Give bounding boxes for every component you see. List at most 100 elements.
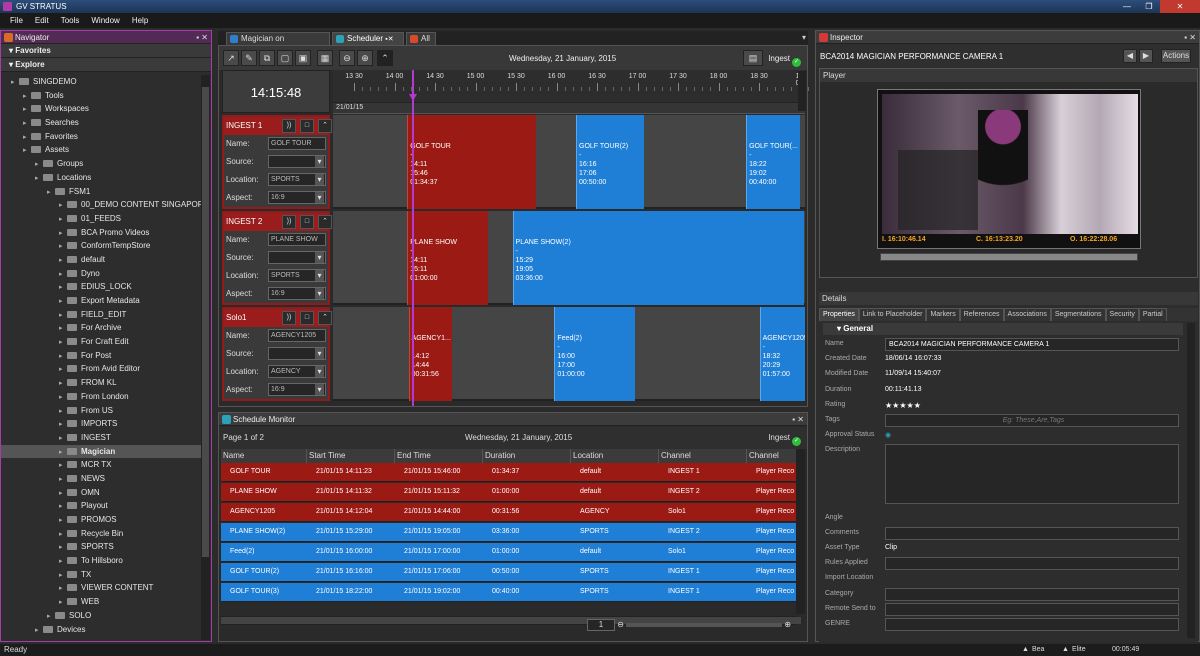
- tree-item[interactable]: ▸ ConformTempStore: [1, 239, 201, 253]
- tree-item[interactable]: ▸ Export Metadata: [1, 294, 201, 308]
- details-tab[interactable]: Link to Placeholder: [858, 308, 927, 321]
- scheduled-recording[interactable]: PLANE SHOW - 14:11 15:11 01:00:00: [407, 211, 489, 305]
- table-row[interactable]: GOLF TOUR(2) 21/01/15 16:16:00 21/01/15 17…: [221, 563, 797, 582]
- previous-icon[interactable]: ◀: [1123, 49, 1137, 63]
- expand-icon[interactable]: ▸: [35, 172, 43, 186]
- name-field[interactable]: AGENCY1205: [268, 329, 326, 342]
- expand-icon[interactable]: ▸: [23, 90, 31, 104]
- general-section[interactable]: ▾ General: [823, 323, 1183, 335]
- close-button[interactable]: ✕: [1160, 0, 1200, 13]
- expand-icon[interactable]: ▸: [59, 281, 67, 295]
- expand-icon[interactable]: ▸: [59, 391, 67, 405]
- property-field[interactable]: [885, 587, 1179, 601]
- expand-icon[interactable]: ▸: [59, 582, 67, 596]
- tree-item[interactable]: ▸ Workspaces: [1, 102, 201, 116]
- expand-icon[interactable]: ▸: [47, 186, 55, 200]
- stop-icon[interactable]: □: [300, 119, 314, 133]
- expand-icon[interactable]: ▸: [59, 254, 67, 268]
- column-header[interactable]: Channel Type: [747, 449, 797, 474]
- expand-icon[interactable]: ▸: [59, 363, 67, 377]
- expand-icon[interactable]: ▸: [59, 555, 67, 569]
- expand-icon[interactable]: ▸: [23, 131, 31, 145]
- tree-item[interactable]: ▸ OMN: [1, 486, 201, 500]
- tree-item[interactable]: ▸ To Hillsboro: [1, 554, 201, 568]
- expand-icon[interactable]: ▸: [59, 596, 67, 610]
- aspect-field[interactable]: 16:9: [268, 191, 326, 204]
- property-field[interactable]: [885, 618, 1179, 631]
- tree-item[interactable]: ▸ Magician: [1, 444, 201, 460]
- tree-item[interactable]: ▸ FIELD_EDIT: [1, 308, 201, 322]
- video-preview[interactable]: I. 16:10:46.14 C. 16:13:23.20 O. 16:22:2…: [877, 89, 1141, 249]
- collapse-icon[interactable]: ⌃: [318, 119, 332, 133]
- tree-item[interactable]: ▸ BCA Promo Videos: [1, 226, 201, 240]
- scheduled-recording[interactable]: GOLF TOUR(... - 18:22 19:02 00:40:00: [746, 115, 801, 209]
- explore-section[interactable]: ▾ Explore: [1, 58, 211, 72]
- tree-item[interactable]: ▸ FSM1: [1, 185, 201, 199]
- tree-item[interactable]: ▸ EDIUS_LOCK: [1, 280, 201, 294]
- expand-icon[interactable]: ▸: [59, 418, 67, 432]
- zoom-in-icon[interactable]: ⊕: [784, 620, 791, 629]
- expand-icon[interactable]: ▸: [59, 459, 67, 473]
- expand-icon[interactable]: ▸: [59, 569, 67, 583]
- table-row[interactable]: PLANE SHOW(2) 21/01/15 15:29:00 21/01/15 1…: [221, 523, 797, 542]
- column-header[interactable]: Duration: [483, 449, 571, 463]
- record-mode-icon[interactable]: )): [282, 215, 296, 229]
- tree-item[interactable]: ▸ From US: [1, 404, 201, 418]
- favorites-section[interactable]: ▾ Favorites: [1, 44, 211, 58]
- expand-icon[interactable]: ▸: [23, 117, 31, 131]
- tab-all[interactable]: All: [406, 32, 436, 45]
- navigator-scrollbar[interactable]: [201, 75, 210, 640]
- channel-lane[interactable]: PLANE SHOW - 14:11 15:11 01:00:00 PLANE S…: [333, 211, 805, 305]
- stop-icon[interactable]: □: [300, 215, 314, 229]
- tree-item[interactable]: ▸ WEB: [1, 595, 201, 609]
- tree-item[interactable]: ▸ SINGDEMO: [1, 75, 201, 89]
- details-tab[interactable]: Markers: [926, 308, 960, 321]
- tree-item[interactable]: ▸ For Craft Edit: [1, 335, 201, 349]
- next-icon[interactable]: ▶: [1139, 49, 1153, 63]
- expand-icon[interactable]: ▸: [23, 144, 31, 158]
- description-field[interactable]: [885, 444, 1179, 505]
- tree-item[interactable]: ▸ For Post: [1, 349, 201, 363]
- details-tab[interactable]: References: [959, 308, 1004, 321]
- expand-icon[interactable]: ▸: [59, 295, 67, 309]
- tree-item[interactable]: ▸ Recycle Bin: [1, 527, 201, 541]
- property-field[interactable]: [885, 526, 1179, 540]
- menu-file[interactable]: File: [10, 16, 23, 25]
- layout-icon[interactable]: ▤: [743, 50, 763, 66]
- details-tab[interactable]: Segmentations: [1050, 308, 1106, 321]
- expand-icon[interactable]: ▸: [59, 528, 67, 542]
- stop-icon[interactable]: □: [300, 311, 314, 325]
- tree-item[interactable]: ▸ Dyno: [1, 267, 201, 281]
- tree-item[interactable]: ▸ 01_FEEDS: [1, 212, 201, 226]
- expand-icon[interactable]: ▸: [59, 227, 67, 241]
- expand-icon[interactable]: ▸: [11, 76, 19, 90]
- expand-icon[interactable]: ▸: [59, 336, 67, 350]
- scheduled-recording[interactable]: AGENCY1205(2) - 18:32 20:29 01:57:00: [759, 307, 805, 401]
- zoom-out-icon[interactable]: ⊖: [617, 620, 624, 629]
- maximize-button[interactable]: ❐: [1138, 0, 1160, 13]
- scheduled-recording[interactable]: GOLF TOUR - 14:11 15:46 01:34:37: [407, 115, 536, 209]
- expand-icon[interactable]: ▸: [35, 158, 43, 172]
- tree-item[interactable]: ▸ Assets: [1, 143, 201, 157]
- column-header[interactable]: Channel: [659, 449, 747, 463]
- details-tab[interactable]: Properties: [819, 308, 859, 321]
- scheduled-recording[interactable]: GOLF TOUR(2) - 16:16 17:06 00:50:00: [576, 115, 644, 209]
- channel-lane[interactable]: AGENCY1... - 14:12 14:44 00:31:56 Feed(2)…: [333, 307, 805, 401]
- tree-item[interactable]: ▸ For Archive: [1, 321, 201, 335]
- copy-icon[interactable]: ⧉: [259, 50, 275, 66]
- delete-icon[interactable]: ▢: [277, 50, 293, 66]
- expand-icon[interactable]: ▸: [59, 541, 67, 555]
- edit-schedule-icon[interactable]: ✎: [241, 50, 257, 66]
- panel-close-icon[interactable]: ▪ ✕: [792, 413, 804, 426]
- new-schedule-icon[interactable]: ↗: [223, 50, 239, 66]
- expand-icon[interactable]: ▸: [59, 240, 67, 254]
- calendar-icon[interactable]: ▦: [317, 50, 333, 66]
- expand-icon[interactable]: ▸: [47, 610, 55, 624]
- expand-icon[interactable]: ▸: [59, 322, 67, 336]
- tree-item[interactable]: ▸ Groups: [1, 157, 201, 171]
- expand-icon[interactable]: ▸: [59, 446, 67, 460]
- panel-close-icon[interactable]: ▪ ✕: [196, 31, 208, 44]
- aspect-field[interactable]: 16:9: [268, 383, 326, 396]
- zoom-in-icon[interactable]: ⊕: [357, 50, 373, 66]
- scheduled-recording[interactable]: PLANE SHOW(2) - 15:29 19:05 03:36:00: [512, 211, 805, 305]
